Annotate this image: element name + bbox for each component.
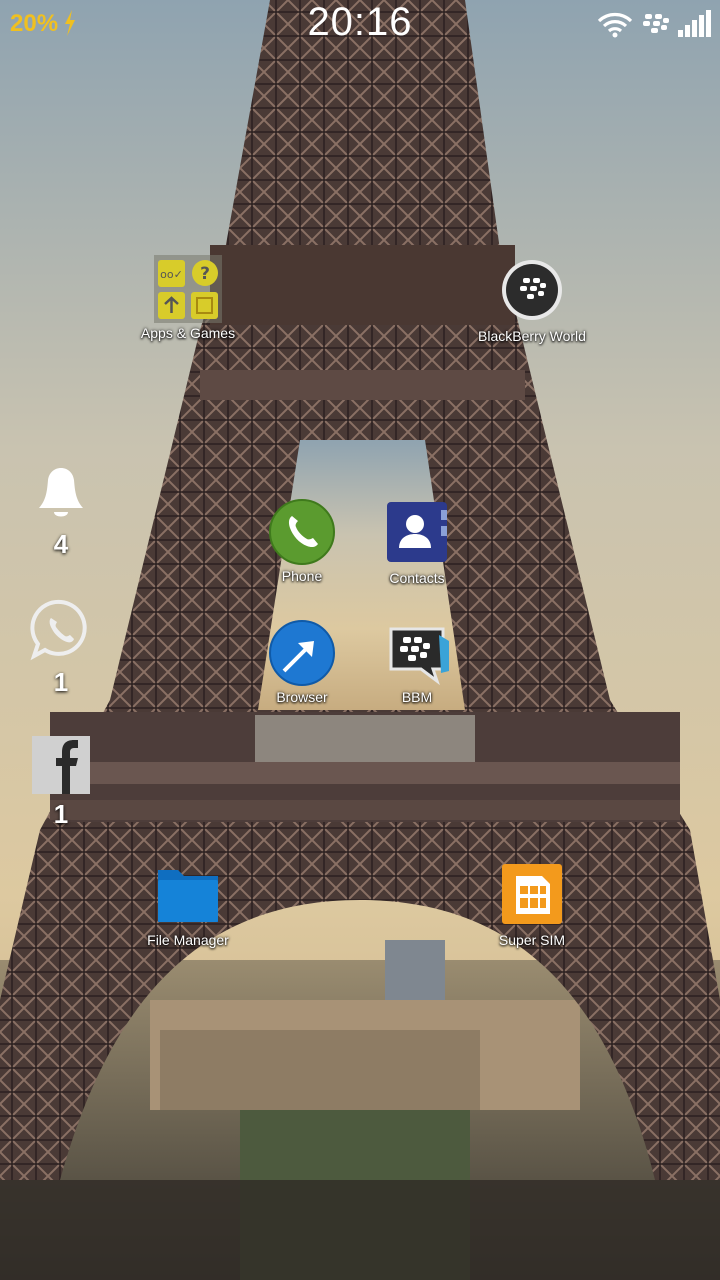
- svg-text:?: ?: [200, 264, 210, 284]
- apps-games-folder[interactable]: oo✓ ? Apps & Games: [123, 255, 253, 341]
- bell-icon: [36, 468, 86, 528]
- wifi-icon: [597, 12, 633, 43]
- notification-bell[interactable]: 4: [25, 466, 97, 560]
- whatsapp-icon: [30, 599, 92, 666]
- contacts-app[interactable]: Contacts: [352, 500, 482, 586]
- contacts-icon: [383, 500, 451, 568]
- blackberry-world-icon: [498, 258, 566, 326]
- bbm-label: BBM: [401, 689, 433, 705]
- folder-icon: oo✓ ?: [154, 255, 222, 323]
- phone-label: Phone: [281, 568, 323, 584]
- apps-games-label: Apps & Games: [140, 325, 236, 341]
- bbm-icon: [383, 619, 451, 687]
- signal-icon: [678, 10, 712, 43]
- file-manager-app[interactable]: File Manager: [123, 862, 253, 948]
- browser-label: Browser: [276, 689, 328, 705]
- folder-icon: [154, 862, 222, 930]
- facebook-count: 1: [53, 799, 69, 829]
- facebook-icon: [32, 736, 90, 798]
- bell-count: 4: [53, 529, 69, 559]
- phone-icon: [268, 498, 336, 566]
- super-sim-label: Super SIM: [498, 932, 566, 948]
- status-bar: 20% 20:16: [0, 0, 720, 50]
- blackberry-icon: [642, 12, 670, 41]
- blackberry-world-label: BlackBerry World: [478, 328, 586, 344]
- file-manager-label: File Manager: [147, 932, 229, 948]
- phone-app[interactable]: Phone: [237, 498, 367, 584]
- notification-facebook[interactable]: 1: [25, 736, 97, 830]
- svg-text:oo✓: oo✓: [160, 268, 183, 281]
- bbm-app[interactable]: BBM: [352, 619, 482, 705]
- super-sim-app[interactable]: Super SIM: [467, 862, 597, 948]
- contacts-label: Contacts: [389, 570, 445, 586]
- browser-icon: [268, 619, 336, 687]
- whatsapp-count: 1: [53, 667, 69, 697]
- notification-whatsapp[interactable]: 1: [25, 598, 97, 698]
- blackberry-world-app[interactable]: BlackBerry World: [467, 258, 597, 344]
- browser-app[interactable]: Browser: [237, 619, 367, 705]
- sim-card-icon: [498, 862, 566, 930]
